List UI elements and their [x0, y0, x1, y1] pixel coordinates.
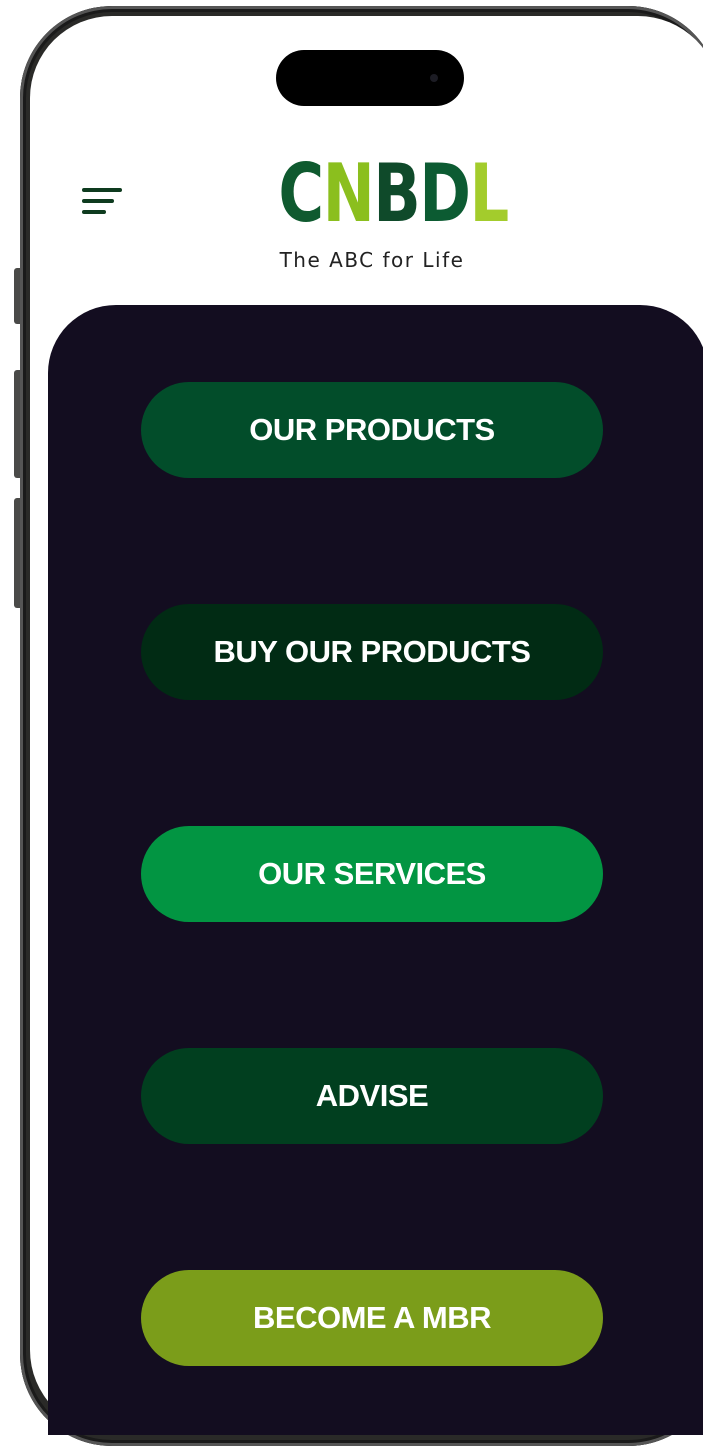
brand-tagline: The ABC for Life	[279, 248, 465, 272]
camera-lens	[430, 74, 438, 82]
logo-wordmark: CNBDL	[278, 147, 509, 240]
become-a-mbr-button[interactable]: BECOME A MBR	[141, 1270, 603, 1366]
our-products-button[interactable]: OUR PRODUCTS	[141, 382, 603, 478]
advise-button[interactable]: ADVISE	[141, 1048, 603, 1144]
hamburger-menu-icon[interactable]	[82, 186, 124, 220]
our-services-button[interactable]: OUR SERVICES	[141, 826, 603, 922]
brand-logo[interactable]: CNBDL	[252, 147, 509, 240]
dynamic-island	[276, 50, 464, 106]
buy-our-products-button[interactable]: BUY OUR PRODUCTS	[141, 604, 603, 700]
